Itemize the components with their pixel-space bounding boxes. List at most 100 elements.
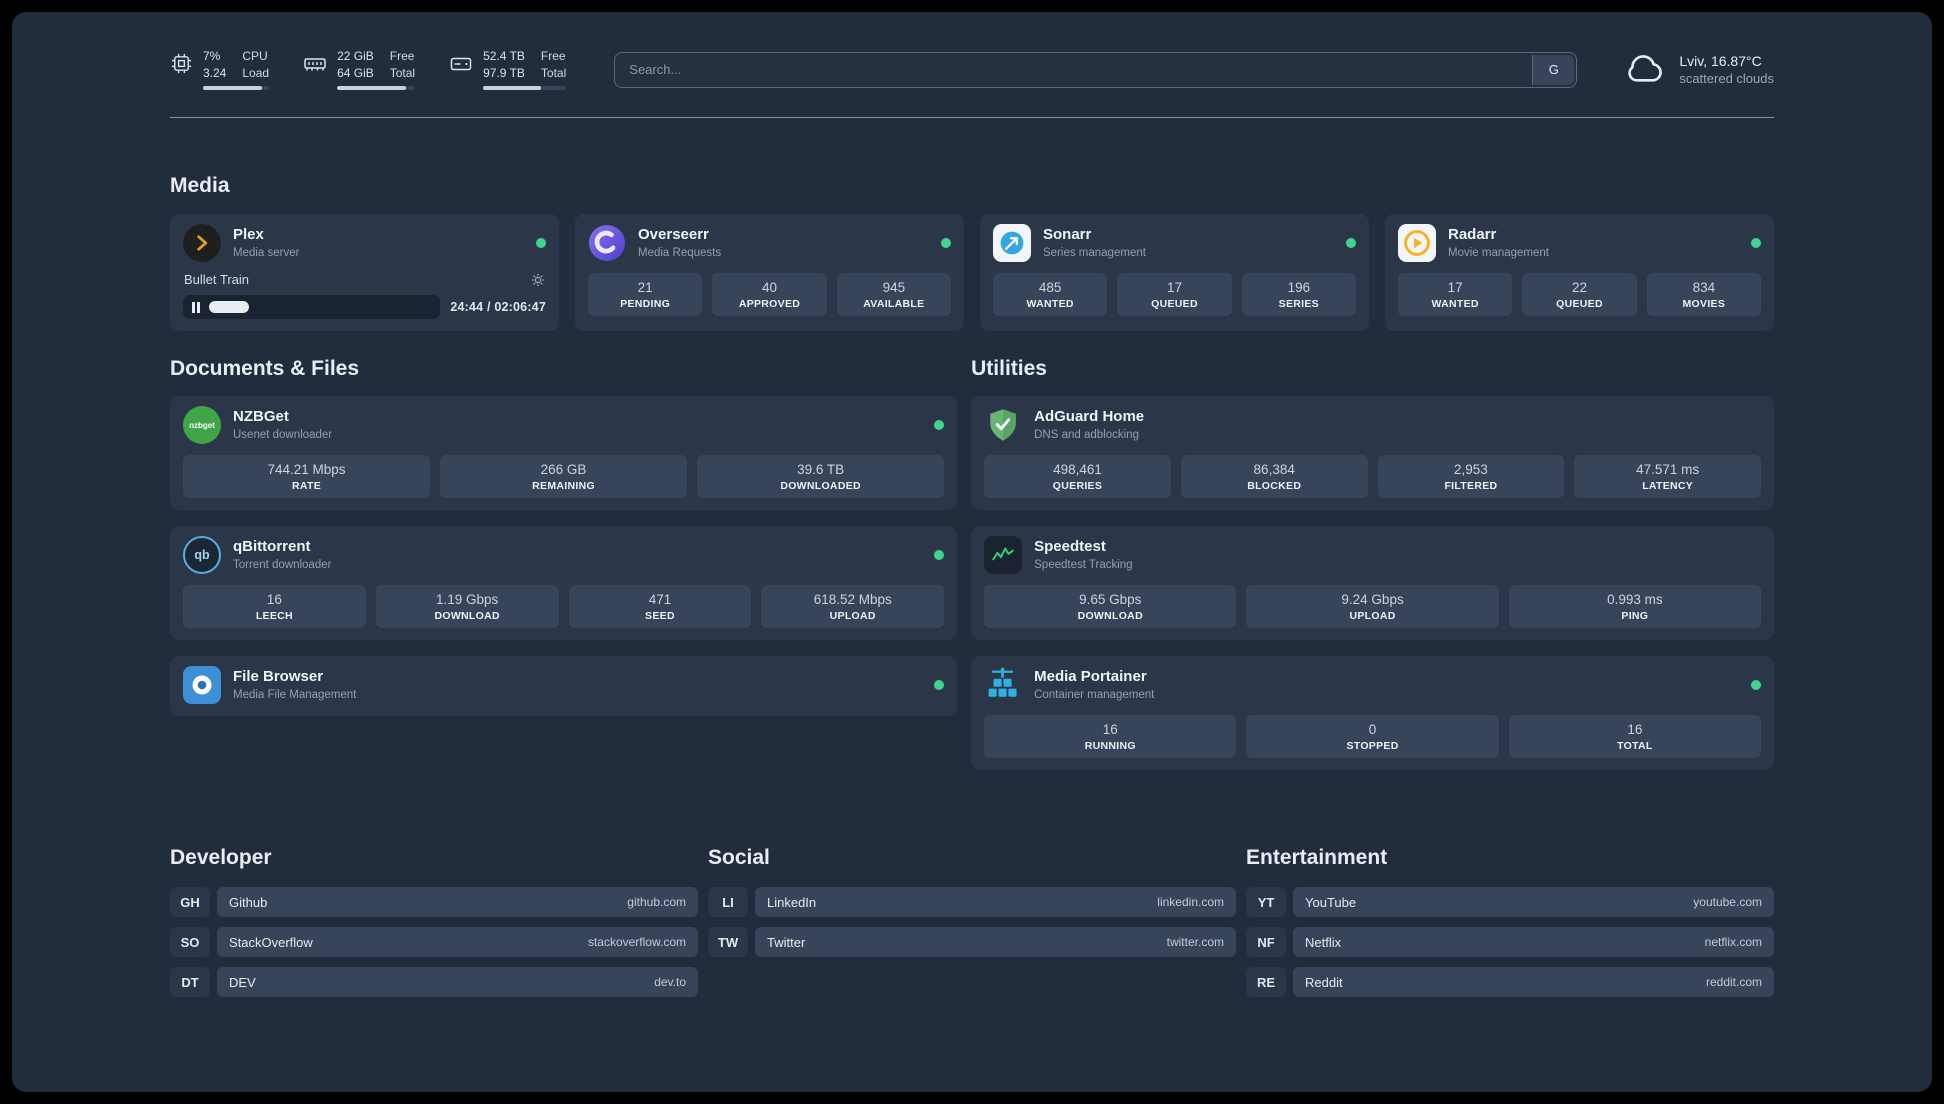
stat-tile: 86,384 BLOCKED [1180, 455, 1368, 498]
stat-label: SEED [645, 610, 675, 622]
app-card-filebrowser[interactable]: File Browser Media File Management [170, 656, 958, 716]
app-card-portainer[interactable]: Media Portainer Container management 16 … [971, 656, 1774, 770]
weather-widget[interactable]: Lviv, 16.87°C scattered clouds [1621, 48, 1774, 91]
app-card-sonarr[interactable]: Sonarr Series management 485 WANTED 17 Q… [980, 214, 1369, 331]
bookmark-twitter[interactable]: TW Twitter twitter.com [708, 927, 1236, 957]
status-dot [941, 238, 951, 248]
app-title: Sonarr [1043, 225, 1092, 243]
stat-tile: 0.993 ms PING [1508, 585, 1761, 628]
disk-free-label: Free [540, 49, 566, 63]
section-columns: Documents & Files nzbget NZBGet Usenet d… [170, 357, 1774, 770]
stat-value: 471 [648, 592, 672, 607]
topbar-divider [170, 117, 1774, 118]
bookmark-name: StackOverflow [229, 934, 313, 950]
app-card-speedtest[interactable]: Speedtest Speedtest Tracking 9.65 Gbps D… [971, 526, 1774, 640]
bookmark-name: Netflix [1305, 934, 1342, 950]
stat-label: WANTED [1431, 298, 1479, 310]
bookmark-url: youtube.com [1693, 895, 1762, 909]
app-subtitle: Series management [1043, 246, 1146, 259]
app-card-nzbget[interactable]: nzbget NZBGet Usenet downloader 744.21 M… [170, 396, 958, 510]
app-title: Plex [233, 225, 264, 243]
bookmark-abbr: GH [170, 887, 210, 917]
stat-label: DOWNLOADED [780, 480, 861, 492]
bookmark-name: DEV [229, 974, 256, 990]
app-title: NZBGet [233, 407, 289, 425]
memory-total-value: 64 GiB [337, 66, 374, 80]
stat-value: 945 [882, 280, 906, 295]
bookmark-reddit[interactable]: RE Reddit reddit.com [1246, 967, 1774, 997]
dashboard: 7% 3.24 CPU Load 22 GiB 64 GiB Free Tota… [12, 12, 1932, 1092]
bookmark-abbr: DT [170, 967, 210, 997]
bookmark-github[interactable]: GH Github github.com [170, 887, 698, 917]
app-card-plex[interactable]: Plex Media server Bullet Train 24:44 / 0… [170, 214, 559, 331]
stat-value: 17 [1447, 280, 1463, 295]
radarr-icon [1398, 224, 1436, 262]
stat-label: UPLOAD [1349, 610, 1396, 622]
qbittorrent-icon: qb [183, 536, 221, 574]
stat-tile: 16 LEECH [183, 585, 366, 628]
stat-value: 196 [1287, 280, 1311, 295]
weather-condition: scattered clouds [1679, 71, 1774, 86]
app-subtitle: Usenet downloader [233, 428, 333, 441]
memory-free-value: 22 GiB [337, 49, 374, 63]
pause-icon[interactable] [192, 301, 200, 313]
bookmark-abbr: NF [1246, 927, 1286, 957]
cpu-usage-label: CPU [242, 49, 268, 63]
plex-icon [183, 224, 221, 262]
section-bookmarks: Developer GH Github github.com SO StackO… [170, 846, 1774, 997]
stat-value: 9.65 Gbps [1079, 592, 1142, 607]
stat-tile: 16 RUNNING [984, 715, 1237, 758]
stat-value: 47.571 ms [1636, 462, 1700, 477]
bookmark-name: YouTube [1305, 894, 1357, 910]
app-card-radarr[interactable]: Radarr Movie management 17 WANTED 22 QUE… [1385, 214, 1774, 331]
stat-tile: 40 APPROVED [712, 273, 827, 316]
now-playing-title: Bullet Train [184, 272, 250, 287]
playback-time: 24:44 / 02:06:47 [450, 300, 546, 314]
memory-total-label: Total [389, 66, 416, 80]
cpu-icon [170, 52, 193, 75]
bookmark-group-social: Social LI LinkedIn linkedin.com TW Twitt… [708, 846, 1236, 957]
stat-tile: 834 MOVIES [1646, 273, 1761, 316]
memory-icon [303, 52, 327, 76]
stat-label: REMAINING [532, 480, 595, 492]
stat-value: 498,461 [1053, 462, 1102, 477]
search-input[interactable] [617, 54, 1533, 85]
search-engine-button[interactable]: G [1532, 54, 1575, 85]
app-subtitle: Media Requests [638, 246, 722, 259]
app-card-adguard[interactable]: AdGuard Home DNS and adblocking 498,461 … [971, 396, 1774, 510]
bookmark-dev[interactable]: DT DEV dev.to [170, 967, 698, 997]
playback-progress-bar[interactable] [183, 295, 441, 319]
stat-tile: 47.571 ms LATENCY [1574, 455, 1761, 498]
bookmark-abbr: YT [1246, 887, 1286, 917]
app-card-qbittorrent[interactable]: qb qBittorrent Torrent downloader 16 LEE… [170, 526, 958, 640]
stat-value: 0.993 ms [1607, 592, 1663, 607]
settings-gear-icon[interactable] [531, 273, 545, 287]
stat-tile: 0 STOPPED [1246, 715, 1499, 758]
bookmark-abbr: LI [708, 887, 748, 917]
app-subtitle: Media File Management [233, 688, 357, 701]
disk-free-value: 52.4 TB [483, 49, 525, 63]
bookmark-url: netflix.com [1704, 935, 1762, 949]
bookmark-linkedin[interactable]: LI LinkedIn linkedin.com [708, 887, 1236, 917]
app-subtitle: Container management [1034, 688, 1155, 701]
memory-meter [337, 86, 416, 90]
stat-label: PING [1621, 610, 1649, 622]
app-title: Speedtest [1034, 537, 1106, 555]
progress-played [209, 301, 249, 313]
bookmark-name: LinkedIn [767, 894, 817, 910]
stat-value: 9.24 Gbps [1341, 592, 1404, 607]
stat-tile: 485 WANTED [993, 273, 1108, 316]
section-media: Media Plex Media server Bullet Train 24:… [170, 174, 1774, 331]
bookmark-url: linkedin.com [1157, 895, 1224, 909]
stat-label: TOTAL [1617, 740, 1653, 752]
bookmark-stackoverflow[interactable]: SO StackOverflow stackoverflow.com [170, 927, 698, 957]
stat-label: DOWNLOAD [434, 610, 500, 622]
stat-value: 16 [1102, 722, 1118, 737]
bookmark-netflix[interactable]: NF Netflix netflix.com [1246, 927, 1774, 957]
stat-value: 834 [1692, 280, 1716, 295]
stat-value: 39.6 TB [797, 462, 845, 477]
stat-label: LATENCY [1642, 480, 1694, 492]
bookmark-youtube[interactable]: YT YouTube youtube.com [1246, 887, 1774, 917]
app-card-overseerr[interactable]: Overseerr Media Requests 21 PENDING 40 A… [575, 214, 964, 331]
bookmark-name: Reddit [1305, 974, 1343, 990]
